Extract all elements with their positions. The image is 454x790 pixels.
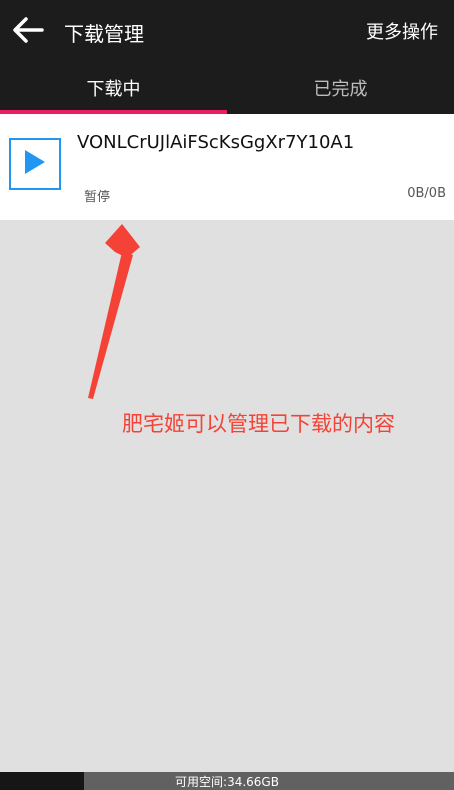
storage-footer: 可用空间:34.66GB (0, 772, 454, 790)
annotation-arrow (88, 224, 140, 399)
annotation-text: 肥宅姬可以管理已下载的内容 (122, 412, 395, 436)
storage-text: 可用空间:34.66GB (175, 774, 279, 789)
